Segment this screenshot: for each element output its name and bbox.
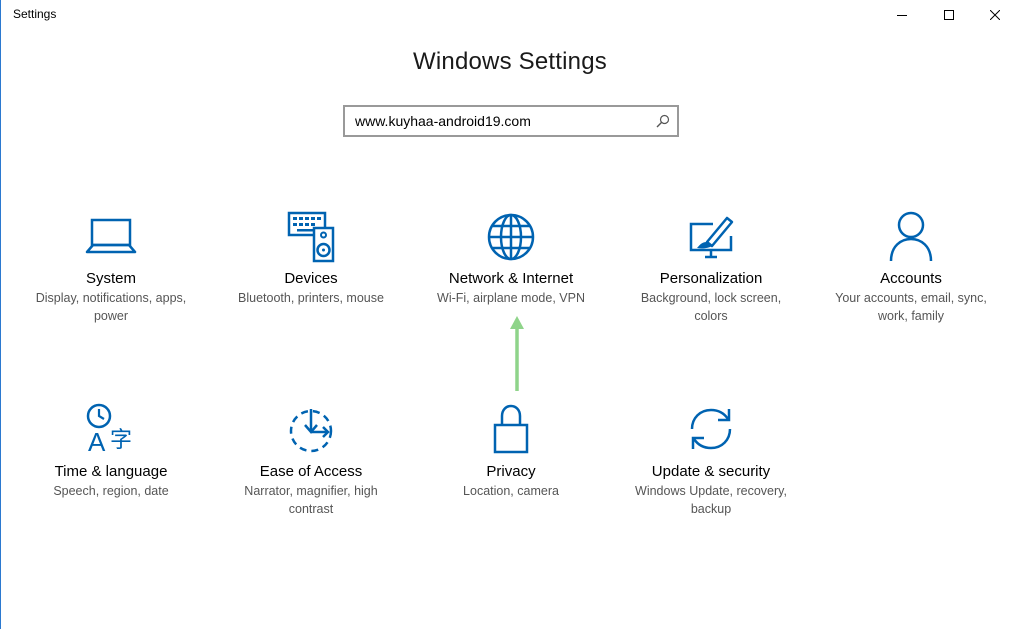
tile-network-internet[interactable]: Network & Internet Wi-Fi, airplane mode,… bbox=[416, 208, 606, 307]
tile-description: Background, lock screen, colors bbox=[640, 291, 782, 323]
tile-description: Bluetooth, printers, mouse bbox=[238, 291, 384, 305]
maximize-icon bbox=[944, 10, 954, 20]
tile-label: Accounts bbox=[880, 270, 942, 287]
tile-accounts[interactable]: Accounts Your accounts, email, sync, wor… bbox=[816, 208, 1006, 325]
clock-language-icon: A 字 bbox=[86, 403, 132, 457]
tile-description: Narrator, magnifier, high contrast bbox=[244, 484, 378, 516]
tile-label: Personalization bbox=[659, 270, 763, 287]
tile-label: Ease of Access bbox=[259, 463, 363, 480]
page-title: Windows Settings bbox=[413, 48, 607, 75]
close-icon bbox=[990, 10, 1000, 20]
search-input[interactable] bbox=[355, 112, 645, 130]
minimize-button[interactable] bbox=[879, 0, 925, 30]
search-icon[interactable] bbox=[656, 114, 670, 128]
tile-description: Wi-Fi, airplane mode, VPN bbox=[437, 291, 585, 305]
minimize-icon bbox=[897, 15, 907, 16]
tile-system[interactable]: System Display, notifications, apps, pow… bbox=[16, 208, 206, 325]
tile-label: Time & language bbox=[54, 463, 168, 480]
tile-description: Windows Update, recovery, backup bbox=[635, 484, 787, 516]
tile-label: Update & security bbox=[651, 463, 771, 480]
tile-description: Location, camera bbox=[463, 484, 559, 498]
green-arrow-icon bbox=[510, 316, 524, 391]
search-box[interactable] bbox=[343, 105, 679, 137]
globe-icon bbox=[487, 213, 535, 261]
tile-label: System bbox=[85, 270, 136, 287]
title-bar[interactable]: Settings bbox=[1, 0, 1018, 30]
sync-arrows-icon bbox=[690, 408, 732, 450]
tile-label: Privacy bbox=[486, 463, 536, 480]
settings-window: Settings Windows Settings System Display… bbox=[0, 0, 1018, 629]
lock-icon bbox=[493, 404, 529, 454]
tile-devices[interactable]: Devices Bluetooth, printers, mouse bbox=[216, 208, 406, 307]
person-icon bbox=[889, 211, 933, 262]
tile-personalization[interactable]: Personalization Background, lock screen,… bbox=[616, 208, 806, 325]
close-button[interactable] bbox=[972, 0, 1018, 30]
tile-description: Speech, region, date bbox=[53, 484, 169, 498]
tile-privacy[interactable]: Privacy Location, camera bbox=[416, 401, 606, 500]
tile-label: Devices bbox=[284, 270, 338, 287]
tile-description: Your accounts, email, sync, work, family bbox=[835, 291, 987, 323]
tile-ease-of-access[interactable]: Ease of Access Narrator, magnifier, high… bbox=[216, 401, 406, 518]
maximize-button[interactable] bbox=[926, 0, 972, 30]
app-title: Settings bbox=[13, 7, 57, 21]
tile-label: Network & Internet bbox=[448, 270, 574, 287]
tile-update-security[interactable]: Update & security Windows Update, recove… bbox=[616, 401, 806, 518]
paint-screen-icon bbox=[689, 216, 734, 259]
tile-time-language[interactable]: A 字 Time & language Speech, region, date bbox=[16, 401, 206, 500]
keyboard-speaker-icon bbox=[287, 211, 335, 263]
tile-description: Display, notifications, apps, power bbox=[35, 291, 187, 323]
ease-of-access-icon bbox=[289, 409, 333, 453]
svg-text:字: 字 bbox=[110, 428, 132, 453]
laptop-icon bbox=[85, 218, 137, 254]
svg-text:A: A bbox=[88, 427, 106, 457]
